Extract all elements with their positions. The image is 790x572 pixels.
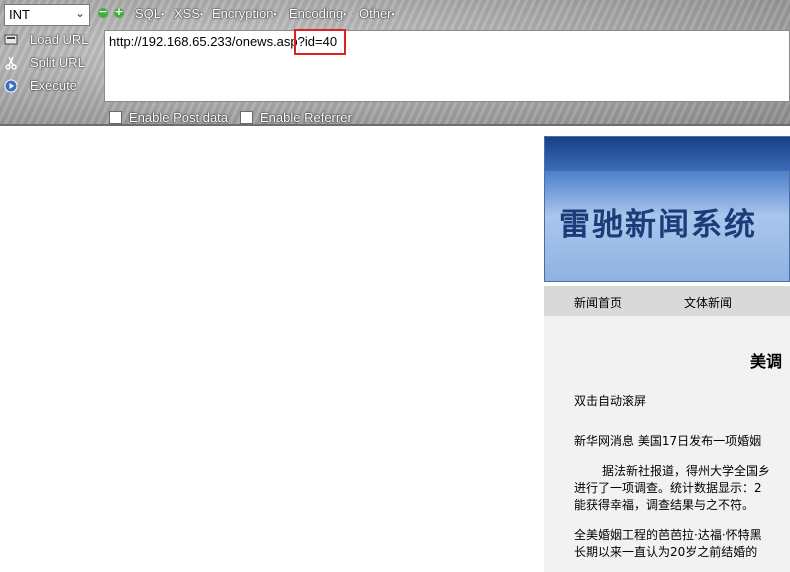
nav-item-sports[interactable]: 文体新闻	[684, 294, 732, 311]
type-select[interactable]: INT ⌄	[4, 4, 90, 26]
checkbox-box[interactable]	[109, 111, 122, 124]
article-line: 全美婚姻工程的芭芭拉·达福·怀特黑	[574, 528, 762, 542]
site-nav: 新闻首页 文体新闻	[544, 286, 790, 316]
menu-encryption[interactable]: Encryption•	[212, 6, 277, 21]
load-url-button[interactable]: Load URL	[0, 30, 100, 52]
menu-encoding[interactable]: Encoding•	[289, 6, 346, 21]
increase-icon[interactable]: +	[114, 5, 124, 18]
checkbox-box[interactable]	[240, 111, 253, 124]
article-line: 进行了一项调查。统计数据显示：2	[574, 481, 762, 495]
article-body: 美调 双击自动滚屏 新华网消息 美国17日发布一项婚姻 据法新社报道，得州大学全…	[544, 316, 790, 572]
menu-other[interactable]: Other•	[359, 6, 395, 21]
article-title: 美调	[750, 352, 783, 371]
execute-button[interactable]: Execute	[0, 76, 100, 98]
chevron-down-icon: ⌄	[74, 6, 85, 20]
menu-sql[interactable]: SQL•	[135, 6, 164, 21]
menu-xss[interactable]: XSS•	[174, 6, 203, 21]
split-url-button[interactable]: Split URL	[0, 53, 100, 75]
article-line: 据法新社报道，得州大学全国乡	[602, 464, 771, 478]
article-line: 新华网消息 美国17日发布一项婚姻	[574, 434, 762, 448]
article-line: 能获得幸福，调查结果与之不符。	[574, 498, 755, 512]
hackbar-toolbar: INT ⌄ − + SQL• XSS• Encryption• Encoding…	[0, 0, 790, 126]
url-param-highlight	[294, 29, 346, 55]
nav-item-home[interactable]: 新闻首页	[574, 294, 622, 311]
article-line: 长期以来一直认为20岁之前结婚的	[574, 545, 758, 559]
load-url-icon	[4, 34, 18, 45]
site-title: 雷驰新闻系统	[559, 207, 757, 243]
auto-scroll-text[interactable]: 双击自动滚屏	[574, 392, 646, 409]
url-input[interactable]: http://192.168.65.233/onews.asp?id=40	[104, 30, 790, 102]
banner-stripe	[545, 137, 790, 171]
news-site: 雷驰新闻系统 新闻首页 文体新闻 美调 双击自动滚屏 新华网消息 美国17日发布…	[544, 136, 790, 572]
type-select-value: INT	[9, 7, 30, 22]
decrease-icon[interactable]: −	[98, 5, 108, 18]
play-icon	[4, 79, 18, 93]
scissors-icon	[5, 56, 17, 70]
site-banner: 雷驰新闻系统	[544, 136, 790, 282]
